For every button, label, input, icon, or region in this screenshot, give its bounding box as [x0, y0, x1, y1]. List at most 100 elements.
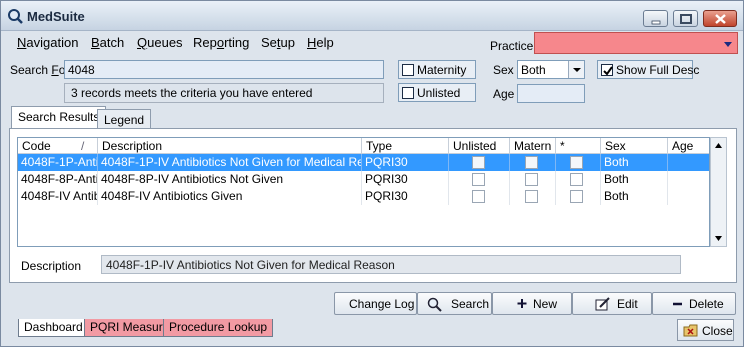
table-row[interactable]: 4048F-8P-Antibi 4048F-8P-IV Antibiotics …	[18, 171, 709, 188]
show-full-desc-check-box[interactable]	[601, 64, 613, 76]
unlisted-check-box[interactable]	[402, 87, 414, 99]
app-search-icon	[8, 9, 23, 24]
scroll-down-icon[interactable]	[711, 231, 726, 246]
close-button[interactable]: Close	[677, 319, 734, 341]
cell-type: PQRI30	[362, 154, 449, 171]
cell-type: PQRI30	[362, 188, 449, 205]
minus-icon	[673, 302, 682, 306]
search-input[interactable]: 4048	[64, 60, 384, 79]
tab-search-results[interactable]: Search Results	[11, 106, 107, 128]
sort-indicator-icon: /	[81, 139, 85, 153]
column-header-matern[interactable]: Matern	[510, 138, 556, 154]
cell-star	[556, 171, 601, 188]
close-icon	[715, 14, 726, 24]
practice-dropdown[interactable]	[534, 32, 738, 54]
unlisted-row-checkbox[interactable]	[472, 190, 485, 203]
plus-icon	[517, 299, 527, 308]
delete-button[interactable]: Delete	[652, 292, 736, 315]
star-row-checkbox[interactable]	[570, 156, 583, 169]
menu-navigation[interactable]: Navigation	[17, 35, 78, 50]
tab-procedure-lookup[interactable]: Procedure Lookup	[163, 319, 274, 337]
column-header-code[interactable]: Code /	[18, 138, 98, 154]
cell-matern	[510, 171, 556, 188]
column-header-age[interactable]: Age	[668, 138, 709, 154]
column-header-unlisted[interactable]: Unlisted	[449, 138, 510, 154]
matern-row-checkbox[interactable]	[525, 156, 538, 169]
cell-sex: Both	[601, 154, 668, 171]
edit-button[interactable]: Edit	[572, 292, 652, 315]
maternity-check-box[interactable]	[402, 64, 414, 76]
cell-age	[668, 188, 709, 205]
search-for-label: Search For	[10, 63, 69, 77]
minimize-button[interactable]	[643, 10, 668, 27]
minimize-icon	[651, 20, 661, 25]
cell-matern	[510, 154, 556, 171]
matern-row-checkbox[interactable]	[525, 190, 538, 203]
menu-setup[interactable]: Setup	[261, 35, 295, 50]
cell-code: 4048F-1P-Antibi	[18, 154, 98, 171]
scroll-up-icon[interactable]	[711, 138, 726, 153]
column-header-sex[interactable]: Sex	[601, 138, 668, 154]
sex-label: Sex	[493, 63, 514, 77]
maximize-icon	[680, 14, 692, 24]
column-header-star[interactable]: *	[556, 138, 601, 154]
description-label: Description	[21, 259, 82, 273]
unlisted-row-checkbox[interactable]	[472, 156, 485, 169]
tab-legend[interactable]: Legend	[97, 109, 152, 129]
search-icon	[427, 297, 442, 312]
cell-star	[556, 154, 601, 171]
cell-code: 4048F-IV Antibi	[18, 188, 98, 205]
grid-scrollbar[interactable]	[710, 137, 727, 247]
cell-age	[668, 171, 709, 188]
sex-dropdown-arrow[interactable]	[568, 61, 584, 78]
title-bar: MedSuite	[1, 1, 743, 31]
tab-pqri-measure[interactable]: PQRI Measure	[84, 319, 176, 337]
menu-queues[interactable]: Queues	[137, 35, 183, 50]
unlisted-row-checkbox[interactable]	[472, 173, 485, 186]
description-value: 4048F-1P-IV Antibiotics Not Given for Me…	[101, 255, 681, 274]
cell-age	[668, 154, 709, 171]
age-input[interactable]	[517, 84, 585, 103]
practice-label: Practice	[490, 39, 534, 53]
new-button[interactable]: New	[492, 292, 572, 315]
column-header-type[interactable]: Type	[362, 138, 449, 154]
results-grid: Code / Description Type Unlisted Matern …	[17, 137, 710, 247]
folder-close-icon	[683, 324, 698, 337]
chevron-down-icon	[573, 68, 581, 72]
unlisted-checkbox[interactable]: Unlisted	[398, 83, 476, 102]
cell-description: 4048F-8P-IV Antibiotics Not Given	[98, 171, 362, 188]
main-window: MedSuite Navigation Batch Queues Reporti…	[0, 0, 744, 347]
maternity-checkbox[interactable]: Maternity	[398, 60, 476, 79]
checkmark-icon	[603, 66, 613, 76]
menu-batch[interactable]: Batch	[91, 35, 124, 50]
table-row[interactable]: 4048F-IV Antibi 4048F-IV Antibiotics Giv…	[18, 188, 709, 205]
chevron-down-icon	[724, 42, 732, 47]
matern-row-checkbox[interactable]	[525, 173, 538, 186]
cell-sex: Both	[601, 188, 668, 205]
star-row-checkbox[interactable]	[570, 190, 583, 203]
table-row[interactable]: 4048F-1P-Antibi 4048F-1P-IV Antibiotics …	[18, 154, 709, 171]
menu-help[interactable]: Help	[307, 35, 334, 50]
cell-matern	[510, 188, 556, 205]
cell-code: 4048F-8P-Antibi	[18, 171, 98, 188]
show-full-desc-checkbox[interactable]: Show Full Desc	[597, 60, 699, 79]
menu-reporting[interactable]: Reporting	[193, 35, 249, 50]
edit-icon	[595, 297, 610, 311]
column-header-description[interactable]: Description	[98, 138, 362, 154]
star-row-checkbox[interactable]	[570, 173, 583, 186]
age-label: Age	[493, 87, 515, 101]
search-button[interactable]: Search	[417, 292, 492, 315]
cell-unlisted	[449, 154, 510, 171]
result-count-message: 3 records meets the criteria you have en…	[64, 83, 384, 103]
tab-dashboard[interactable]: Dashboard	[18, 319, 89, 337]
close-window-button[interactable]	[703, 10, 737, 27]
cell-description: 4048F-1P-IV Antibiotics Not Given for Me…	[98, 154, 362, 171]
sex-select[interactable]: Both	[517, 60, 585, 79]
cell-unlisted	[449, 188, 510, 205]
window-title: MedSuite	[27, 9, 85, 24]
cell-sex: Both	[601, 171, 668, 188]
change-log-button[interactable]: Change Log	[334, 292, 417, 315]
cell-unlisted	[449, 171, 510, 188]
maximize-button[interactable]	[673, 10, 698, 27]
cell-type: PQRI30	[362, 171, 449, 188]
